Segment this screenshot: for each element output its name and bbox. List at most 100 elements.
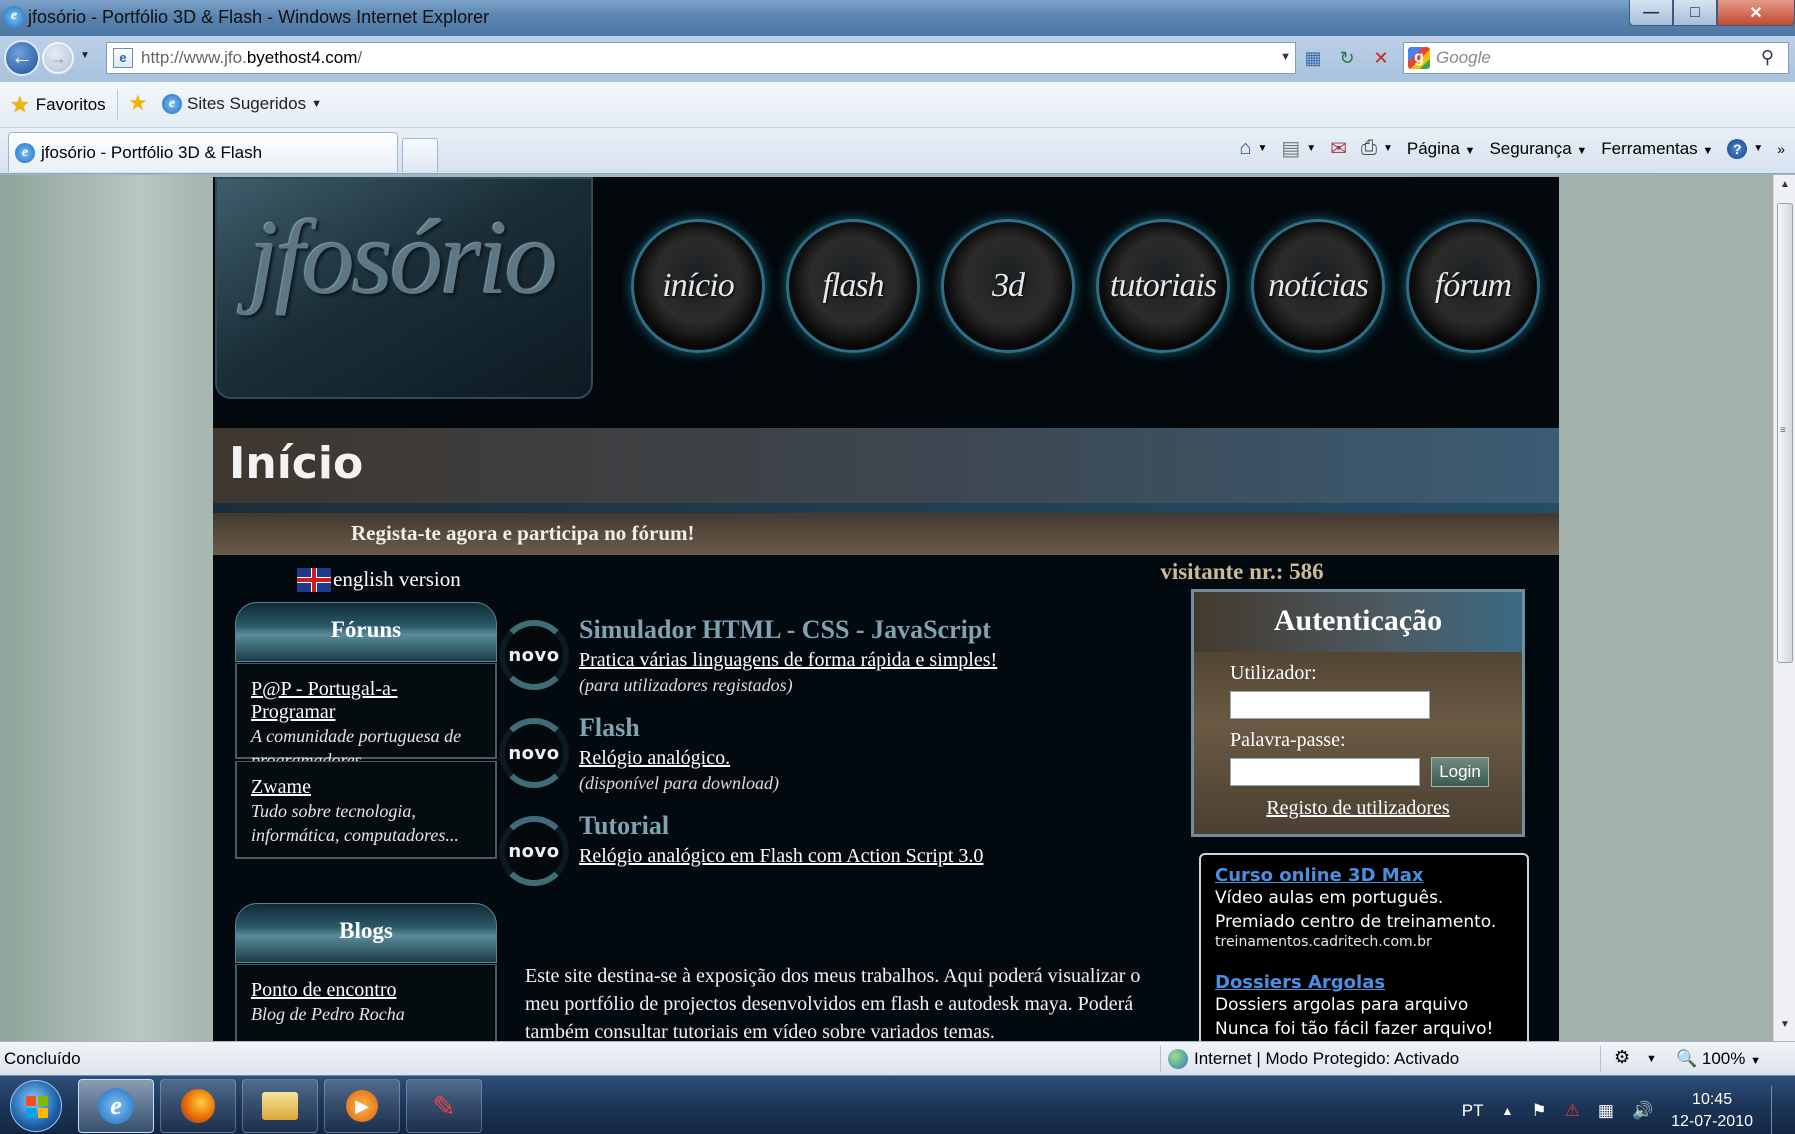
add-favorite-icon[interactable]: ★ — [128, 90, 148, 116]
blog-description: Blog de Pedro Rocha — [251, 1004, 405, 1024]
address-input[interactable]: e http://www.jfo.byethost4.com/ ▼ — [106, 42, 1296, 74]
nav-inicio[interactable]: início — [631, 219, 765, 353]
ad-title-link[interactable]: Dossiers Argolas — [1215, 972, 1513, 993]
grip-icon: ≡ — [1780, 425, 1786, 436]
username-input[interactable] — [1230, 691, 1430, 719]
overflow-icon[interactable]: » — [1777, 141, 1785, 157]
login-button[interactable]: Login — [1431, 757, 1489, 787]
divider — [1160, 1046, 1161, 1072]
blog-item: Ponto de encontro Blog de Pedro Rocha — [235, 964, 497, 1041]
scroll-up-icon[interactable]: ▲ — [1776, 179, 1794, 197]
ad-url[interactable]: treinamentos.cadritech.com.br — [1215, 934, 1513, 950]
window-controls: — □ ✕ — [1629, 0, 1795, 28]
clock[interactable]: 10:45 12-07-2010 — [1671, 1089, 1753, 1133]
volume-icon[interactable]: 🔊 — [1632, 1101, 1653, 1121]
search-icon[interactable]: ⚲ — [1761, 47, 1774, 68]
system-tray: PT ▲ ⚑ ⚠ ▦ 🔊 10:45 12-07-2010 — [1462, 1086, 1785, 1134]
forward-button[interactable]: → — [42, 42, 74, 74]
news-link[interactable]: Relógio analógico. — [579, 747, 730, 770]
blogs-heading-box: Blogs — [235, 903, 497, 963]
news-title: Flash — [579, 713, 640, 742]
password-input[interactable] — [1230, 758, 1420, 786]
site-container: jfosório início flash 3d tutoriais notíc… — [213, 177, 1559, 1041]
compatibility-view-icon[interactable]: ▦ — [1300, 44, 1326, 72]
chevron-down-icon[interactable]: ▼ — [1257, 143, 1267, 154]
mail-icon[interactable]: ✉ — [1330, 136, 1347, 161]
tab-bar: e jfosório - Portfólio 3D & Flash ⌂ ▼ ▤ ▼ … — [0, 128, 1795, 174]
minimize-button[interactable]: — — [1629, 0, 1673, 26]
taskbar-firefox-button[interactable] — [160, 1079, 236, 1133]
zoom-level: 100% — [1701, 1049, 1746, 1068]
favorites-button[interactable]: ★ Favoritos — [10, 92, 106, 118]
tab-active[interactable]: e jfosório - Portfólio 3D & Flash — [8, 132, 398, 172]
chevron-down-icon[interactable]: ▼ — [1306, 143, 1316, 154]
show-desktop-button[interactable] — [1771, 1086, 1785, 1134]
security-menu[interactable]: Segurança ▼ — [1489, 139, 1587, 159]
clock-date: 12-07-2010 — [1671, 1113, 1753, 1130]
history-dropdown-icon[interactable]: ▼ — [80, 50, 90, 61]
ie-icon: e — [15, 142, 35, 163]
nav-forum[interactable]: fórum — [1406, 219, 1540, 353]
flag-icon[interactable]: ⚑ — [1531, 1101, 1546, 1121]
url-text[interactable]: http://www.jfo.byethost4.com/ — [141, 48, 362, 68]
ie-icon: e — [3, 6, 25, 28]
back-button[interactable]: ← — [4, 40, 40, 76]
vertical-scrollbar[interactable]: ▲ ≡ ▼ — [1773, 175, 1795, 1041]
close-button[interactable]: ✕ — [1717, 0, 1795, 26]
stop-icon[interactable]: ✕ — [1368, 44, 1394, 72]
english-version-link[interactable]: english version — [297, 567, 461, 592]
news-link[interactable]: Pratica várias linguagens de forma rápid… — [579, 649, 997, 672]
forum-link[interactable]: P@P - Portugal-a-Programar — [251, 678, 481, 724]
home-icon[interactable]: ⌂ — [1239, 137, 1251, 160]
scroll-down-icon[interactable]: ▼ — [1776, 1019, 1794, 1037]
blog-link[interactable]: Ponto de encontro — [251, 979, 481, 1002]
search-input[interactable]: g Google ⚲ — [1403, 42, 1789, 74]
taskbar-ie-button[interactable]: e — [78, 1079, 154, 1133]
feeds-icon[interactable]: ▤ — [1281, 136, 1300, 161]
taskbar-media-player-button[interactable]: ▶ — [324, 1079, 400, 1133]
language-indicator[interactable]: PT — [1462, 1101, 1484, 1121]
maximize-button[interactable]: □ — [1673, 0, 1717, 26]
taskbar-paint-button[interactable]: ✎ — [406, 1079, 482, 1133]
forum-link[interactable]: Zwame — [251, 776, 481, 799]
login-heading-bar: Autenticação — [1194, 592, 1522, 652]
new-tab-button[interactable] — [402, 138, 438, 172]
ad-title-link[interactable]: Curso online 3D Max — [1215, 865, 1513, 886]
suggested-sites-button[interactable]: e Sites Sugeridos ▼ — [162, 94, 322, 114]
nav-3d[interactable]: 3d — [941, 219, 1075, 353]
suggested-sites-label: Sites Sugeridos — [187, 94, 307, 113]
nav-tutoriais[interactable]: tutoriais — [1096, 219, 1230, 353]
status-text: Concluído — [4, 1049, 81, 1068]
nav-flash[interactable]: flash — [786, 219, 920, 353]
username-label: Utilizador: — [1230, 662, 1317, 684]
intro-text: Este site destina-se à exposição dos meu… — [525, 965, 1141, 1041]
chevron-down-icon[interactable]: ▼ — [1383, 143, 1393, 154]
taskbar-explorer-button[interactable] — [242, 1079, 318, 1133]
action-center-icon[interactable]: ⚠ — [1565, 1101, 1580, 1121]
start-button[interactable] — [10, 1080, 62, 1132]
window-title-bar: e jfosório - Portfólio 3D & Flash - Wind… — [0, 0, 1795, 36]
page-menu[interactable]: Página ▼ — [1407, 139, 1476, 159]
ads-box: Curso online 3D Max Vídeo aulas em portu… — [1199, 853, 1529, 1041]
chevron-down-icon[interactable]: ▼ — [1646, 1053, 1657, 1065]
ad-item: Dossiers Argolas Dossiers argolas para a… — [1215, 972, 1513, 1041]
site-logo[interactable]: jfosório — [215, 177, 593, 399]
chevron-down-icon[interactable]: ▼ — [1753, 143, 1763, 154]
refresh-icon[interactable]: ↻ — [1334, 44, 1360, 72]
address-dropdown-icon[interactable]: ▼ — [1280, 51, 1291, 63]
news-link[interactable]: Relógio analógico em Flash com Action Sc… — [579, 845, 983, 868]
help-icon[interactable]: ? — [1727, 138, 1748, 159]
show-hidden-icons-icon[interactable]: ▲ — [1502, 1104, 1514, 1118]
status-bar: Concluído Internet | Modo Protegido: Act… — [0, 1041, 1795, 1075]
ad-text: Dossiers argolas para arquivo Nunca foi … — [1215, 995, 1494, 1039]
forum-item: P@P - Portugal-a-Programar A comunidade … — [235, 663, 497, 770]
network-icon[interactable]: ▦ — [1598, 1101, 1614, 1121]
popup-blocker-icon[interactable]: ⚙ — [1614, 1047, 1630, 1068]
nav-noticias[interactable]: notícias — [1251, 219, 1385, 353]
zoom-control[interactable]: 🔍 100% ▼ — [1676, 1049, 1761, 1069]
tools-menu[interactable]: Ferramentas ▼ — [1601, 139, 1713, 159]
security-zone[interactable]: Internet | Modo Protegido: Activado — [1168, 1049, 1459, 1069]
novo-badge: novo — [499, 620, 569, 690]
register-users-link[interactable]: Registo de utilizadores — [1194, 797, 1522, 820]
print-icon[interactable]: ⎙ — [1361, 137, 1377, 160]
